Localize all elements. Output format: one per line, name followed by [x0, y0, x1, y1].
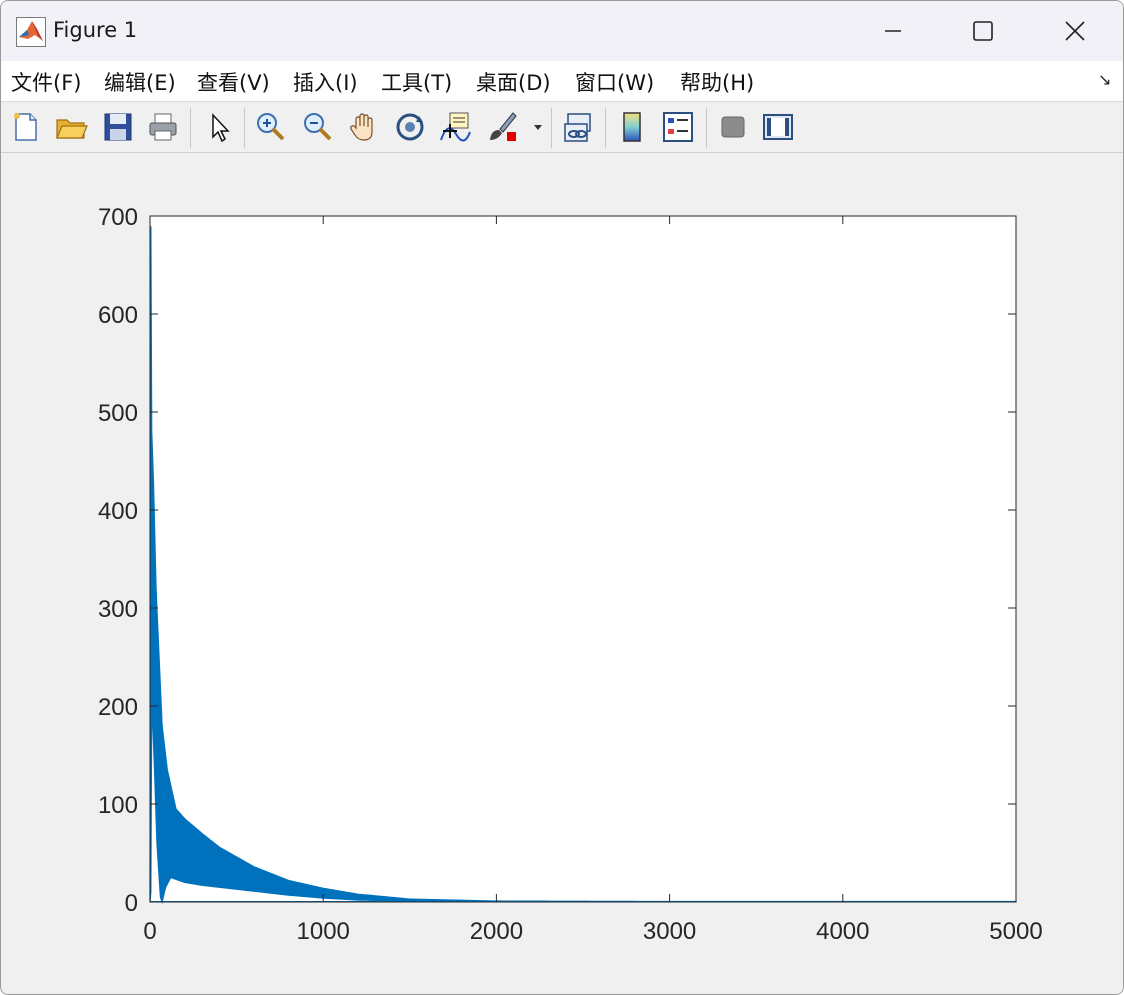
pan-hand-icon — [350, 113, 373, 141]
rotate-3d-button[interactable] — [393, 110, 427, 144]
toolbar-separator — [551, 108, 552, 148]
colorbar-icon — [623, 112, 641, 142]
zoom-out-icon — [304, 113, 332, 141]
colorbar-button[interactable] — [615, 110, 649, 144]
print-button[interactable] — [146, 110, 180, 144]
x-tick-label: 2000 — [470, 918, 523, 945]
menu-tools[interactable]: 工具(T) — [381, 67, 452, 97]
brush-dropdown[interactable] — [531, 110, 545, 144]
open-folder-icon — [56, 119, 88, 139]
maximize-icon — [973, 21, 993, 41]
link-plot-button[interactable] — [561, 110, 595, 144]
title-bar[interactable]: Figure 1 — [1, 1, 1123, 61]
new-figure-icon — [14, 113, 37, 141]
open-button[interactable] — [54, 110, 88, 144]
show-plot-tools-button[interactable] — [761, 110, 795, 144]
x-tick-label: 5000 — [989, 918, 1042, 945]
save-icon — [104, 113, 132, 141]
zoom-in-button[interactable] — [254, 110, 288, 144]
maximize-button[interactable] — [937, 1, 1029, 61]
chevron-down-icon — [534, 125, 542, 130]
y-tick-label: 0 — [125, 890, 138, 917]
menu-window[interactable]: 窗口(W) — [575, 67, 654, 97]
y-tick-label: 300 — [98, 596, 138, 623]
zoom-out-button[interactable] — [301, 110, 335, 144]
pointer-button[interactable] — [203, 110, 237, 144]
show-plot-tools-icon — [763, 114, 793, 140]
x-tick-label: 4000 — [816, 918, 869, 945]
hide-plot-tools-button[interactable] — [716, 110, 750, 144]
window-title: Figure 1 — [53, 18, 138, 42]
data-cursor-icon — [440, 112, 471, 142]
brush-button[interactable] — [485, 110, 519, 144]
link-plot-icon — [564, 113, 591, 142]
data-cursor-button[interactable] — [438, 110, 472, 144]
figure-canvas-area: 0 1000 2000 3000 4000 5000 0 100 200 300 400 500 600… — [1, 153, 1123, 994]
menu-bar: 文件(F) 编辑(E) 查看(V) 插入(I) 工具(T) 桌面(D) 窗口(W… — [1, 61, 1123, 102]
line-plot[interactable]: 0 1000 2000 3000 4000 5000 0 100 200 300 400 500 600… — [1, 153, 1123, 994]
minimize-icon — [885, 30, 901, 32]
x-tick-label: 3000 — [643, 918, 696, 945]
y-tick-label: 500 — [98, 400, 138, 427]
pan-button[interactable] — [347, 110, 381, 144]
new-figure-button[interactable] — [9, 110, 43, 144]
y-tick-label: 400 — [98, 498, 138, 525]
menu-edit[interactable]: 编辑(E) — [104, 67, 176, 97]
figure-toolbar — [1, 102, 1123, 153]
dock-arrow-icon[interactable]: ↘ — [1098, 70, 1111, 89]
toolbar-separator — [244, 108, 245, 148]
close-icon — [1065, 21, 1085, 41]
hide-plot-tools-icon — [721, 116, 745, 138]
y-tick-label: 200 — [98, 694, 138, 721]
figure-window: Figure 1 文件(F) 编辑(E) 查看(V) 插入(I) 工具(T) 桌… — [0, 0, 1124, 995]
brush-icon — [490, 112, 517, 141]
x-tick-label: 1000 — [297, 918, 350, 945]
menu-help[interactable]: 帮助(H) — [680, 67, 754, 97]
y-tick-label: 700 — [98, 204, 138, 231]
pointer-icon — [212, 113, 230, 143]
print-icon — [149, 113, 177, 141]
y-tick-label: 100 — [98, 792, 138, 819]
menu-insert[interactable]: 插入(I) — [293, 67, 358, 97]
plot-area — [150, 216, 1016, 902]
menu-file[interactable]: 文件(F) — [11, 67, 81, 97]
menu-desktop[interactable]: 桌面(D) — [476, 67, 551, 97]
matlab-logo-icon — [16, 17, 46, 47]
y-tick-label: 600 — [98, 302, 138, 329]
rotate-3d-icon — [396, 113, 424, 141]
zoom-in-icon — [257, 113, 285, 141]
legend-button[interactable] — [661, 110, 695, 144]
toolbar-separator — [706, 108, 707, 148]
toolbar-separator — [190, 108, 191, 148]
x-tick-label: 0 — [143, 918, 156, 945]
legend-icon — [663, 112, 693, 142]
menu-view[interactable]: 查看(V) — [197, 67, 270, 97]
minimize-button[interactable] — [847, 1, 939, 61]
toolbar-separator — [605, 108, 606, 148]
close-button[interactable] — [1029, 1, 1121, 61]
save-button[interactable] — [101, 110, 135, 144]
